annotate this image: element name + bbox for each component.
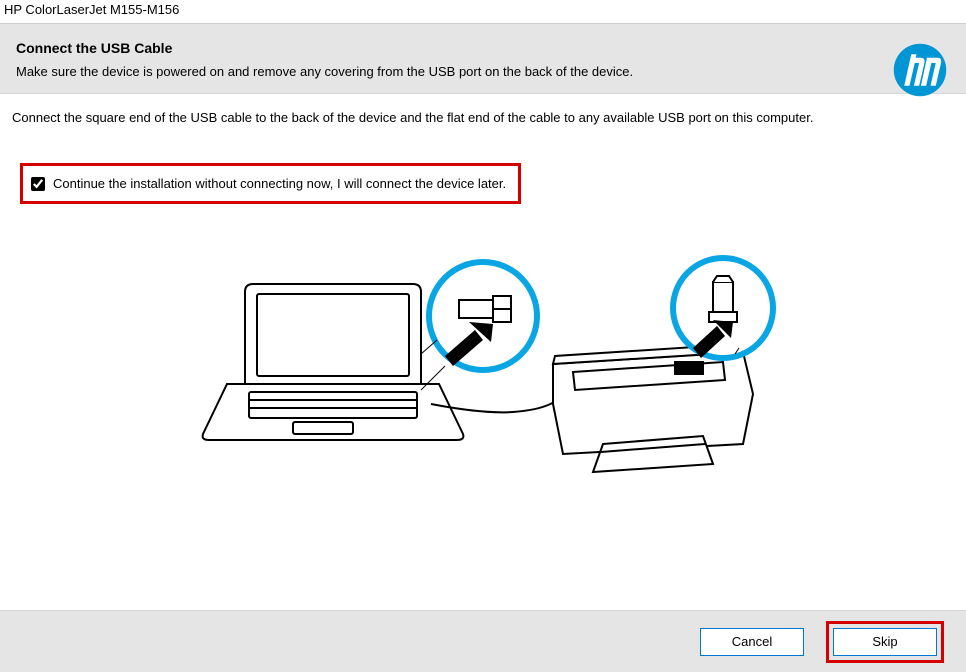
page-header: Connect the USB Cable Make sure the devi… <box>0 24 966 94</box>
footer-bar: Cancel Skip <box>0 610 966 672</box>
window-title: HP ColorLaserJet M155-M156 <box>4 2 179 17</box>
skip-button-highlight: Skip <box>826 621 944 663</box>
skip-button[interactable]: Skip <box>833 628 937 656</box>
connect-later-checkbox[interactable] <box>31 177 45 191</box>
page-subtitle: Make sure the device is powered on and r… <box>16 64 950 79</box>
hp-logo-icon <box>892 42 948 98</box>
window-titlebar: HP ColorLaserJet M155-M156 <box>0 0 966 24</box>
cancel-button[interactable]: Cancel <box>700 628 804 656</box>
usb-connection-illustration <box>12 244 954 484</box>
page-title: Connect the USB Cable <box>16 40 950 56</box>
connect-later-label[interactable]: Continue the installation without connec… <box>53 176 506 191</box>
instruction-text: Connect the square end of the USB cable … <box>12 110 954 125</box>
content-area: Connect the square end of the USB cable … <box>0 94 966 500</box>
connect-later-checkbox-row[interactable]: Continue the installation without connec… <box>20 163 521 204</box>
